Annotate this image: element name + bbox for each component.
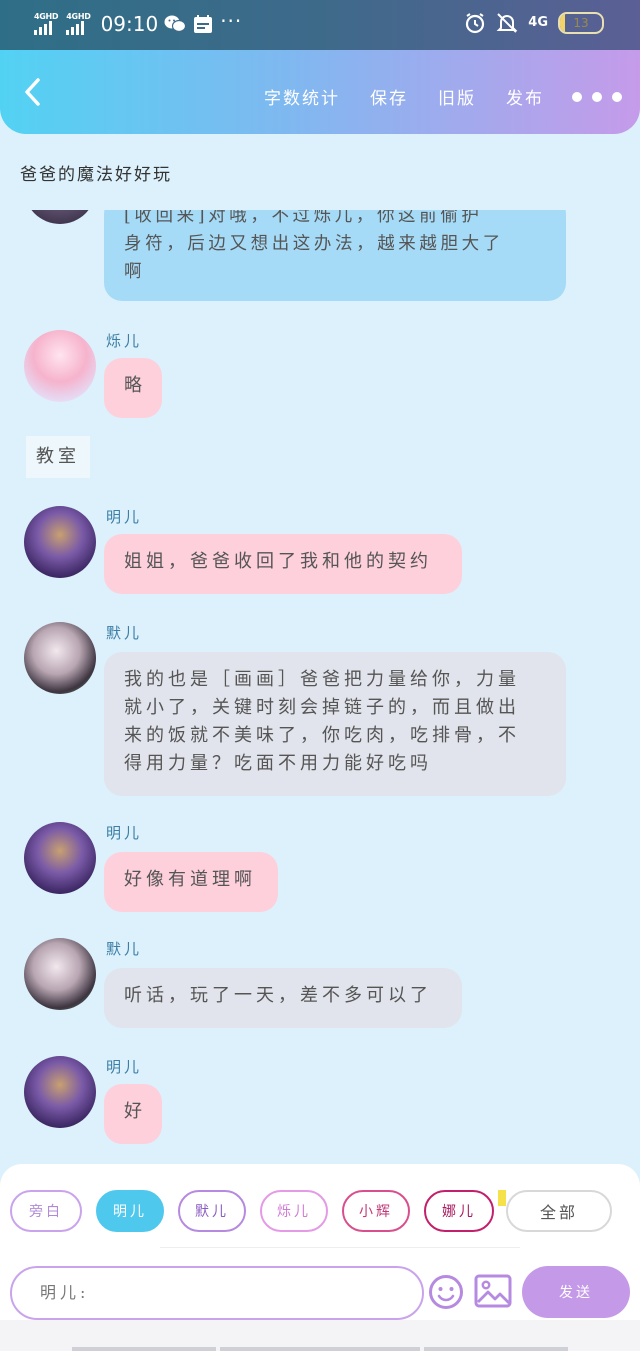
image-icon[interactable]	[474, 1274, 512, 1308]
word-count-button[interactable]: 字数统计	[264, 84, 340, 109]
message-bubble[interactable]: [收回来]对哦，不过烁儿，你这前偷护 身符，后边又想出这办法，越来越胆大了 啊	[104, 210, 566, 301]
message-text: 姐姐，爸爸收回了我和他的契约	[124, 551, 432, 572]
nav-indicator[interactable]	[220, 1347, 420, 1351]
message-text: 好	[124, 1101, 146, 1122]
message-text: 身符，后边又想出这办法，越来越胆大了	[124, 234, 504, 254]
signal-icon: 4GHD	[34, 12, 59, 35]
mute-icon	[496, 12, 518, 34]
avatar[interactable]	[24, 210, 96, 224]
message-text: 来的饭就不美味了，你吃肉，吃排骨，不	[124, 725, 520, 746]
speaker-name: 默儿	[106, 624, 143, 642]
message-bubble[interactable]: 我的也是［画画］爸爸把力量给你，力量 就小了，关键时刻会掉链子的，而且做出 来的…	[104, 652, 566, 796]
avatar[interactable]	[24, 938, 96, 1010]
role-chip-minger[interactable]: 明儿	[96, 1190, 164, 1232]
wechat-icon	[164, 13, 187, 35]
avatar[interactable]	[24, 330, 96, 402]
role-chip-moer[interactable]: 默儿	[178, 1190, 246, 1232]
message-text: 得用力量？吃面不用力能好吃吗	[124, 753, 432, 774]
message-bubble[interactable]: 姐姐，爸爸收回了我和他的契约	[104, 534, 462, 594]
message-input[interactable]: 明儿:	[10, 1266, 424, 1320]
battery-level: 13	[573, 16, 589, 30]
send-button[interactable]: 发送	[522, 1266, 630, 1318]
message-bubble[interactable]: 听话，玩了一天，差不多可以了	[104, 968, 462, 1028]
message-text: 略	[124, 375, 146, 396]
signal-label: 4GHD	[34, 12, 59, 21]
avatar[interactable]	[24, 822, 96, 894]
speaker-name: 明儿	[106, 508, 143, 526]
signal-label: 4GHD	[66, 12, 91, 21]
speaker-name: 明儿	[106, 1058, 143, 1076]
speaker-name: 默儿	[106, 940, 143, 958]
role-chip-shuoer[interactable]: 烁儿	[260, 1190, 328, 1232]
message-text: 啊	[124, 262, 146, 282]
message-text: 听话，玩了一天，差不多可以了	[124, 985, 432, 1006]
message-bubble[interactable]: 好像有道理啊	[104, 852, 278, 912]
battery-icon: 13	[558, 12, 604, 34]
avatar[interactable]	[24, 1056, 96, 1128]
message-text: [收回来]对哦，不过烁儿，你这前偷护	[124, 210, 483, 226]
message-bubble[interactable]: 好	[104, 1084, 162, 1144]
role-chip-xiaohui[interactable]: 小辉	[342, 1190, 410, 1232]
speaker-name: 烁儿	[106, 332, 143, 350]
publish-button[interactable]: 发布	[506, 84, 544, 109]
message-text: 就小了，关键时刻会掉链子的，而且做出	[124, 697, 520, 718]
back-icon[interactable]	[18, 74, 48, 110]
signal-icon: 4GHD	[66, 12, 91, 35]
chat-list[interactable]: [收回来]对哦，不过烁儿，你这前偷护 身符，后边又想出这办法，越来越胆大了 啊 …	[0, 210, 640, 1166]
more-notifications: ···	[220, 9, 243, 33]
compose-panel: 旁白 明儿 默儿 烁儿 小辉 娜儿 全部 明儿: 发送	[0, 1164, 640, 1320]
calendar-icon	[192, 13, 214, 35]
emoji-icon[interactable]	[428, 1274, 464, 1310]
editor-toolbar: 字数统计 保存 旧版 发布	[0, 50, 640, 134]
more-options-icon[interactable]	[572, 92, 622, 102]
role-chip-all[interactable]: 全部	[506, 1190, 612, 1232]
story-title: 爸爸的魔法好好玩	[20, 165, 172, 185]
nav-indicator[interactable]	[424, 1347, 568, 1351]
old-version-button[interactable]: 旧版	[438, 84, 476, 109]
role-chip-naer[interactable]: 娜儿	[424, 1190, 494, 1232]
scene-label[interactable]: 教室	[26, 436, 90, 478]
role-chip-narrator[interactable]: 旁白	[10, 1190, 82, 1232]
speaker-name: 明儿	[106, 824, 143, 842]
divider	[160, 1247, 520, 1248]
navigation-bar	[0, 1320, 640, 1351]
message-text: 好像有道理啊	[124, 869, 256, 890]
network-indicator: 4G	[528, 15, 548, 30]
scroll-marker	[498, 1190, 506, 1206]
message-text: 我的也是［画画］爸爸把力量给你，力量	[124, 669, 520, 690]
save-button[interactable]: 保存	[370, 84, 408, 109]
message-bubble[interactable]: 略	[104, 358, 162, 418]
alarm-icon	[464, 12, 486, 34]
status-bar: 4GHD 4GHD 09:10 ··· 4G 13	[0, 0, 640, 50]
nav-indicator[interactable]	[72, 1347, 216, 1351]
avatar[interactable]	[24, 622, 96, 694]
clock: 09:10	[100, 12, 159, 36]
avatar[interactable]	[24, 506, 96, 578]
